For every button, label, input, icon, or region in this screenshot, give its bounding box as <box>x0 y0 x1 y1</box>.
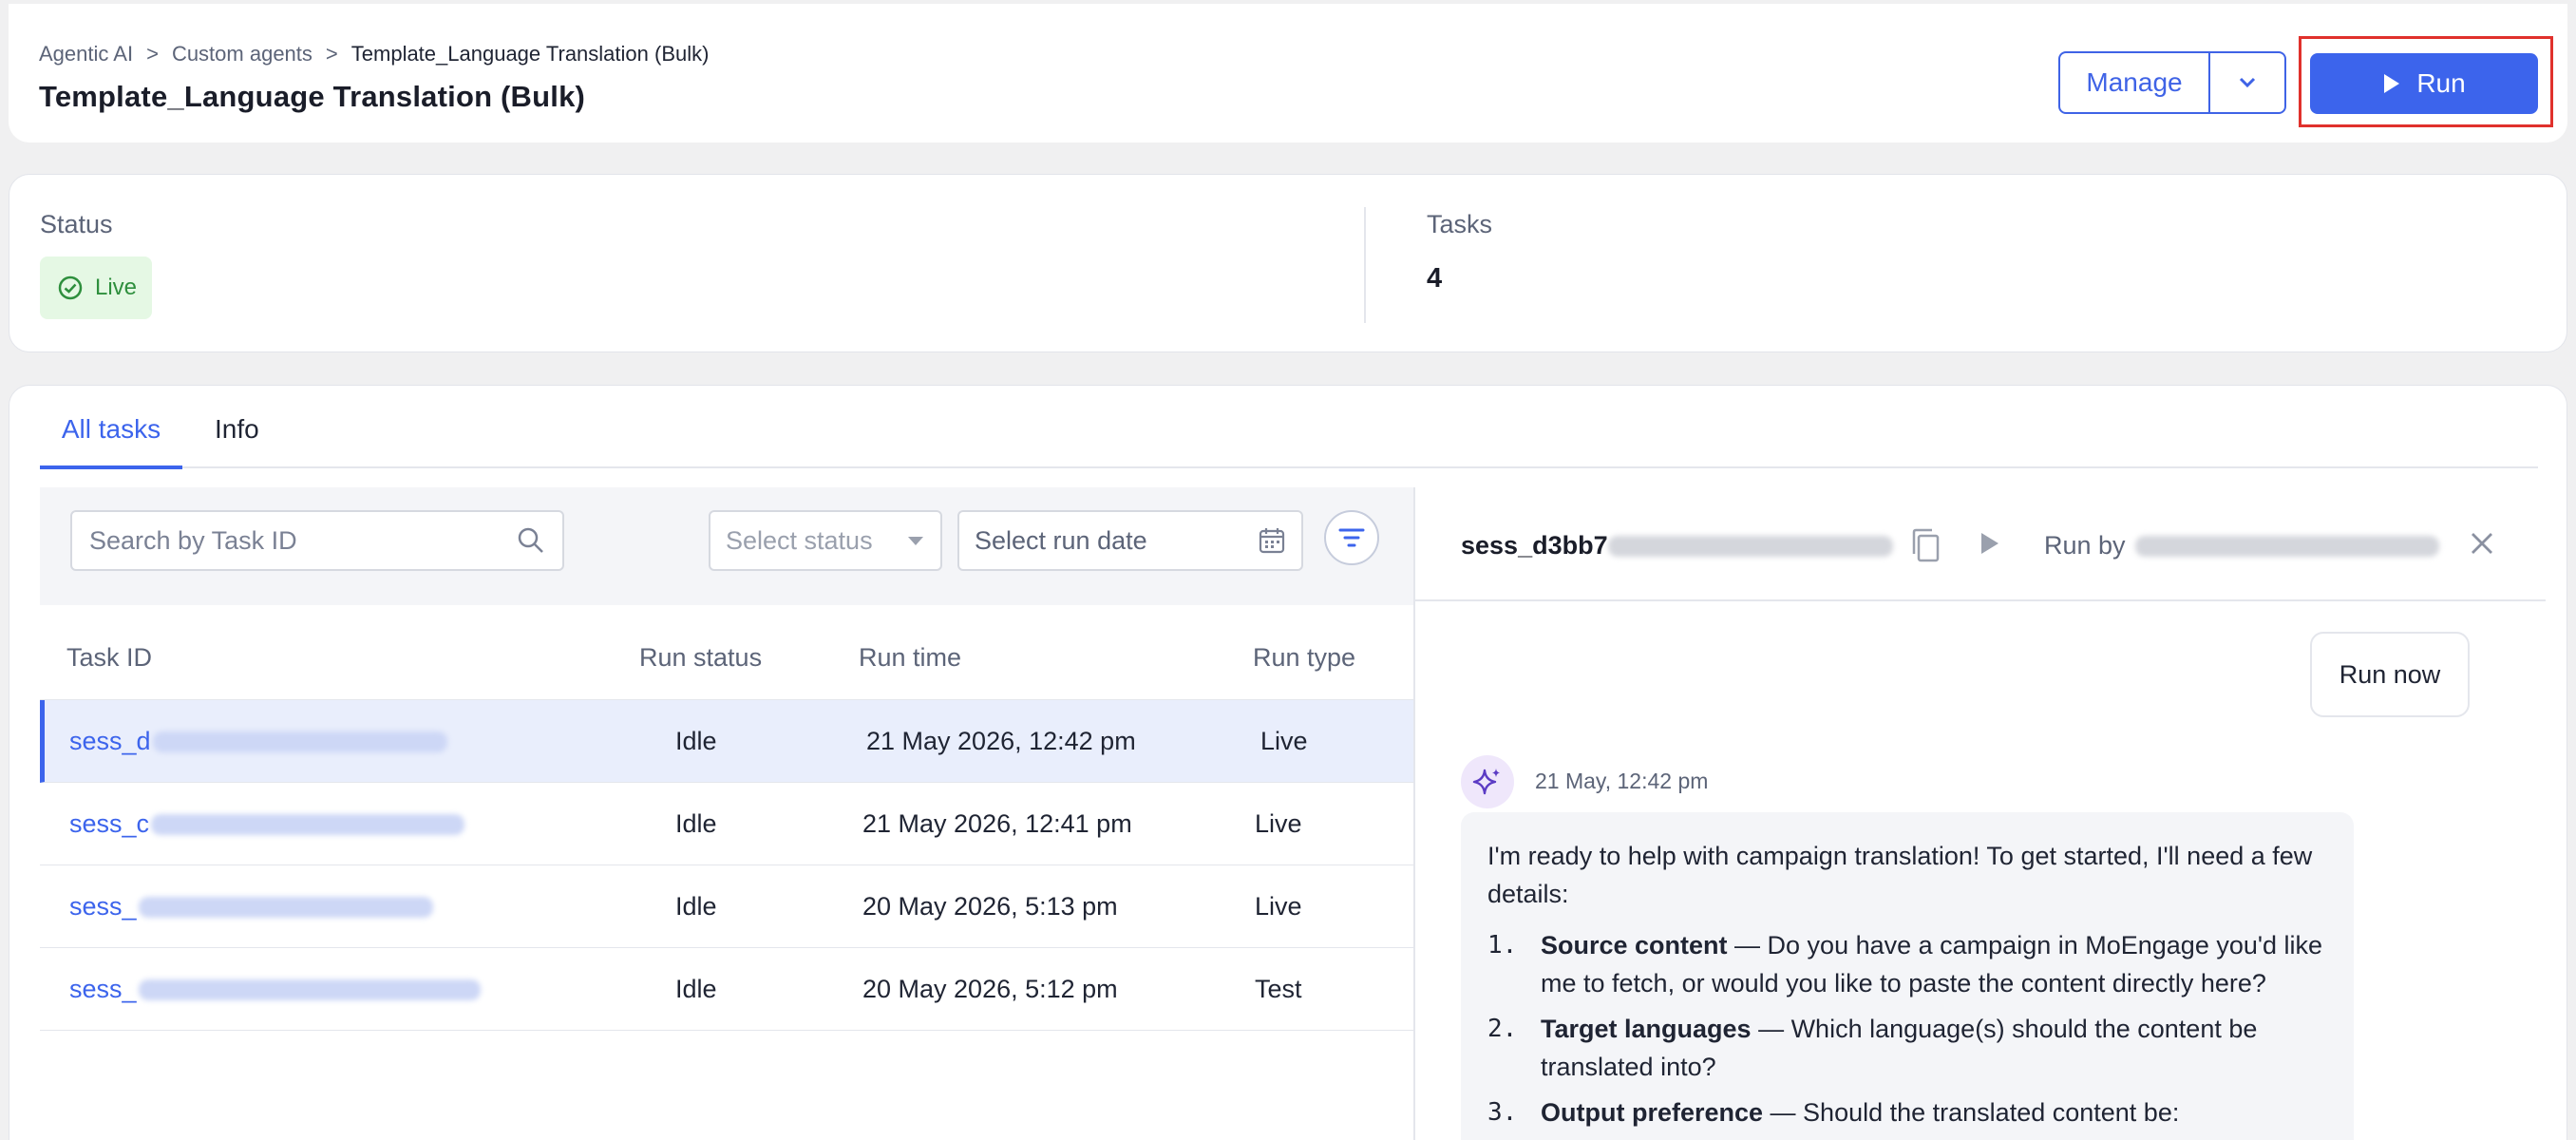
run-by: Run by <box>2044 531 2439 560</box>
redacted-text <box>138 978 481 1000</box>
run-status-cell: Idle <box>675 727 717 755</box>
run-date-picker[interactable]: Select run date <box>957 510 1303 571</box>
table-row[interactable]: sess_c Idle 21 May 2026, 12:41 pm Live <box>40 783 1413 865</box>
status-select[interactable]: Select status <box>709 510 942 571</box>
task-id-link[interactable]: sess_ <box>69 975 481 1004</box>
date-select-placeholder: Select run date <box>975 525 1147 555</box>
list-number: 3. <box>1487 1098 1518 1127</box>
message-timestamp: 21 May, 12:42 pm <box>1535 769 1709 793</box>
redacted-text <box>1607 535 1893 557</box>
sparkle-icon <box>1472 769 1500 795</box>
filter-icon <box>1338 528 1365 547</box>
task-id-link[interactable]: sess_d <box>69 727 447 756</box>
list-item: 2. Target languages — Which language(s) … <box>1487 1010 2327 1086</box>
summary-divider <box>1364 207 1366 323</box>
page-title: Template_Language Translation (Bulk) <box>39 80 586 113</box>
ai-message: I'm ready to help with campaign translat… <box>1461 812 2354 1140</box>
breadcrumb-current: Template_Language Translation (Bulk) <box>350 42 710 66</box>
run-time-cell: 20 May 2026, 5:12 pm <box>862 975 1118 1003</box>
run-button[interactable]: Run <box>2310 53 2538 114</box>
search-input[interactable]: Search by Task ID <box>70 510 564 571</box>
column-task-id: Task ID <box>66 643 153 672</box>
task-id-link[interactable]: sess_c <box>69 809 465 839</box>
status-badge: Live <box>40 256 152 319</box>
run-time-cell: 21 May 2026, 12:42 pm <box>866 727 1136 755</box>
filter-button[interactable] <box>1324 510 1379 565</box>
rerun-button[interactable] <box>1978 529 2002 562</box>
detail-header: sess_d3bb7 Run by <box>1415 487 2546 601</box>
list-number: 1. <box>1487 931 1518 960</box>
list-item: 1. Source content — Do you have a campai… <box>1487 926 2327 1002</box>
caret-down-icon <box>908 537 923 545</box>
status-select-placeholder: Select status <box>726 525 873 555</box>
check-circle-icon <box>58 276 83 300</box>
list-number: 2. <box>1487 1015 1518 1043</box>
list-item-title: Target languages <box>1541 1015 1752 1043</box>
message-intro: I'm ready to help with campaign translat… <box>1487 842 2313 908</box>
column-run-time: Run time <box>859 643 962 672</box>
run-by-label: Run by <box>2044 531 2126 560</box>
run-type-cell: Live <box>1260 727 1308 755</box>
redacted-text <box>152 731 447 752</box>
task-list-pane: Search by Task ID Select status Select r… <box>40 487 1413 1140</box>
tasks-count: 4 <box>1427 263 1443 294</box>
list-item: 3. Output preference — Should the transl… <box>1487 1093 2327 1131</box>
breadcrumb-agentic-ai[interactable]: Agentic AI <box>39 42 133 66</box>
ai-avatar <box>1461 755 1514 808</box>
close-button[interactable] <box>2468 529 2496 562</box>
manage-caret-button[interactable] <box>2208 53 2284 112</box>
status-label: Status <box>40 210 113 238</box>
manage-button[interactable]: Manage <box>2060 53 2208 112</box>
list-item-title: Source content <box>1541 931 1728 960</box>
close-icon <box>2472 533 2492 554</box>
list-item-title: Output preference <box>1541 1098 1764 1127</box>
column-run-status: Run status <box>639 643 763 672</box>
task-detail-pane: sess_d3bb7 Run by Run now 21 May, 12:42 … <box>1415 487 2546 1140</box>
manage-dropdown: Manage <box>2058 51 2286 114</box>
breadcrumb: Agentic AI > Custom agents > Template_La… <box>39 42 709 66</box>
run-time-cell: 21 May 2026, 12:41 pm <box>862 809 1132 838</box>
run-button-label: Run <box>2416 68 2466 98</box>
run-status-cell: Idle <box>675 809 717 838</box>
breadcrumb-custom-agents[interactable]: Custom agents <box>172 42 313 66</box>
chevron-down-icon <box>2239 77 2256 88</box>
run-type-cell: Live <box>1255 809 1302 838</box>
redacted-text <box>138 896 433 918</box>
table-header: Task ID Run status Run time Run type <box>40 605 1413 700</box>
redacted-text <box>2134 535 2439 557</box>
tab-all-tasks[interactable]: All tasks <box>40 414 182 469</box>
search-icon <box>518 527 543 553</box>
table-row[interactable]: sess_ Idle 20 May 2026, 5:12 pm Test <box>40 948 1413 1031</box>
breadcrumb-separator: > <box>325 42 338 66</box>
table-row[interactable]: sess_d Idle 21 May 2026, 12:42 pm Live <box>40 700 1413 783</box>
copy-icon <box>1912 528 1940 562</box>
filter-bar: Search by Task ID Select status Select r… <box>40 487 1413 605</box>
tab-bar: All tasks Info <box>40 386 2538 469</box>
table-row[interactable]: sess_ Idle 20 May 2026, 5:13 pm Live <box>40 865 1413 948</box>
task-id-link[interactable]: sess_ <box>69 892 433 922</box>
breadcrumb-separator: > <box>146 42 159 66</box>
tab-info[interactable]: Info <box>215 414 259 466</box>
search-placeholder: Search by Task ID <box>89 525 297 555</box>
user-message: Run now <box>2310 632 2470 717</box>
session-id: sess_d3bb7 <box>1461 531 1893 560</box>
run-type-cell: Live <box>1255 892 1302 921</box>
summary-card: Status Live Tasks 4 <box>9 174 2567 352</box>
status-badge-label: Live <box>95 275 138 300</box>
redacted-text <box>151 813 465 835</box>
tasks-panel: All tasks Info Search by Task ID Select … <box>9 385 2567 1140</box>
calendar-icon <box>1259 528 1285 554</box>
run-type-cell: Test <box>1255 975 1302 1003</box>
copy-button[interactable] <box>1909 527 1941 568</box>
play-icon <box>1981 533 1998 554</box>
tasks-label: Tasks <box>1427 210 1493 238</box>
column-run-type: Run type <box>1253 643 1356 672</box>
run-status-cell: Idle <box>675 975 717 1003</box>
play-icon <box>2384 74 2400 93</box>
list-item-text: — Should the translated content be: <box>1763 1098 2180 1127</box>
run-status-cell: Idle <box>675 892 717 921</box>
run-time-cell: 20 May 2026, 5:13 pm <box>862 892 1118 921</box>
